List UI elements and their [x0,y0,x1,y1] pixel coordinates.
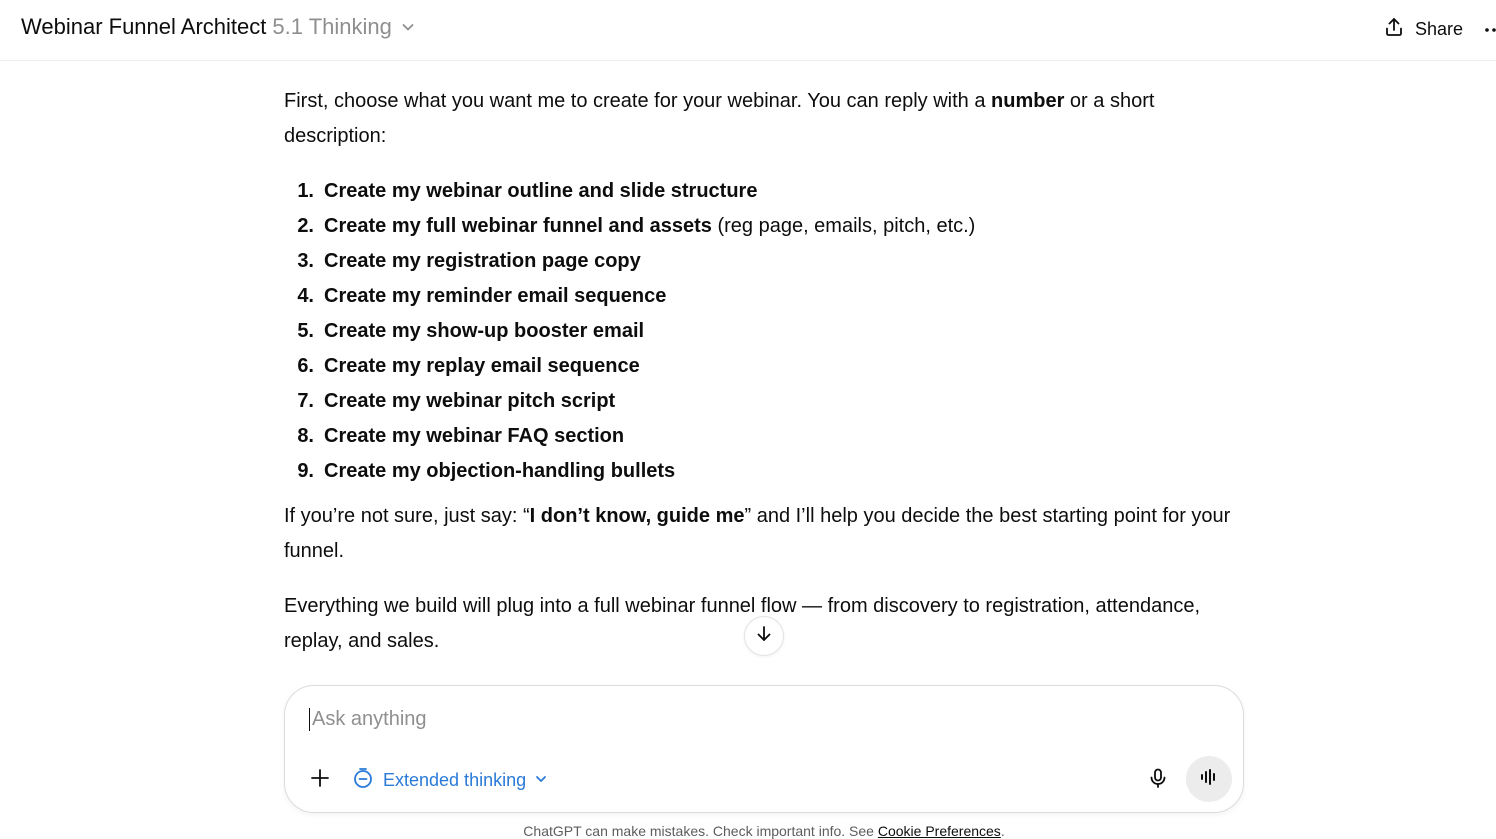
cookie-preferences-link[interactable]: Cookie Preferences [878,823,1001,839]
list-item: 2. Create my full webinar funnel and asse… [297,215,976,237]
list-item: 9. Create my objection-handling bullets [297,460,676,482]
list-item: 6. Create my replay email sequence [297,355,640,377]
list-item: 8. Create my webinar FAQ section [297,425,625,447]
scroll-to-bottom-button[interactable] [744,616,784,656]
voice-waveform-icon [1198,766,1220,793]
options-list: 1. Create my webinar outline and slide st… [284,174,975,489]
list-item: 1. Create my webinar outline and slide st… [297,180,758,202]
gpt-title: Webinar Funnel Architect [21,14,267,39]
list-item: 3. Create my registration page copy [297,250,641,272]
arrow-down-icon [754,624,774,649]
add-attachment-button[interactable] [305,765,335,795]
share-upload-icon [1383,16,1405,43]
prompt-input[interactable] [309,708,1192,731]
message-composer: Extended thinking [284,685,1244,813]
disclaimer: ChatGPT can make mistakes. Check importa… [523,823,1005,839]
model-name: 5.1 Thinking [272,14,392,39]
more-horizontal-icon [1484,28,1496,42]
share-button[interactable]: Share [1383,16,1463,43]
chevron-down-icon [400,19,416,35]
extended-thinking-toggle[interactable]: Extended thinking [351,765,548,795]
list-item: 5. Create my show-up booster email [297,320,645,342]
plus-icon [309,767,331,794]
model-selector[interactable]: Webinar Funnel Architect 5.1 Thinking [21,14,416,40]
extended-thinking-label: Extended thinking [383,769,527,790]
share-label: Share [1415,19,1464,39]
microphone-icon [1147,767,1169,794]
timer-icon [351,766,375,795]
list-item: 7. Create my webinar pitch script [297,390,616,412]
top-bar: Webinar Funnel Architect 5.1 Thinking Sh… [0,0,1496,61]
dictate-button[interactable] [1143,765,1173,795]
more-options-button[interactable] [1484,18,1496,42]
voice-mode-button[interactable] [1186,756,1232,802]
intro-paragraph: First, choose what you want me to create… [284,90,1155,147]
list-item: 4. Create my reminder email sequence [297,285,667,307]
guide-paragraph: If you’re not sure, just say: “I don’t k… [284,505,1231,562]
chevron-down-icon [534,770,548,791]
